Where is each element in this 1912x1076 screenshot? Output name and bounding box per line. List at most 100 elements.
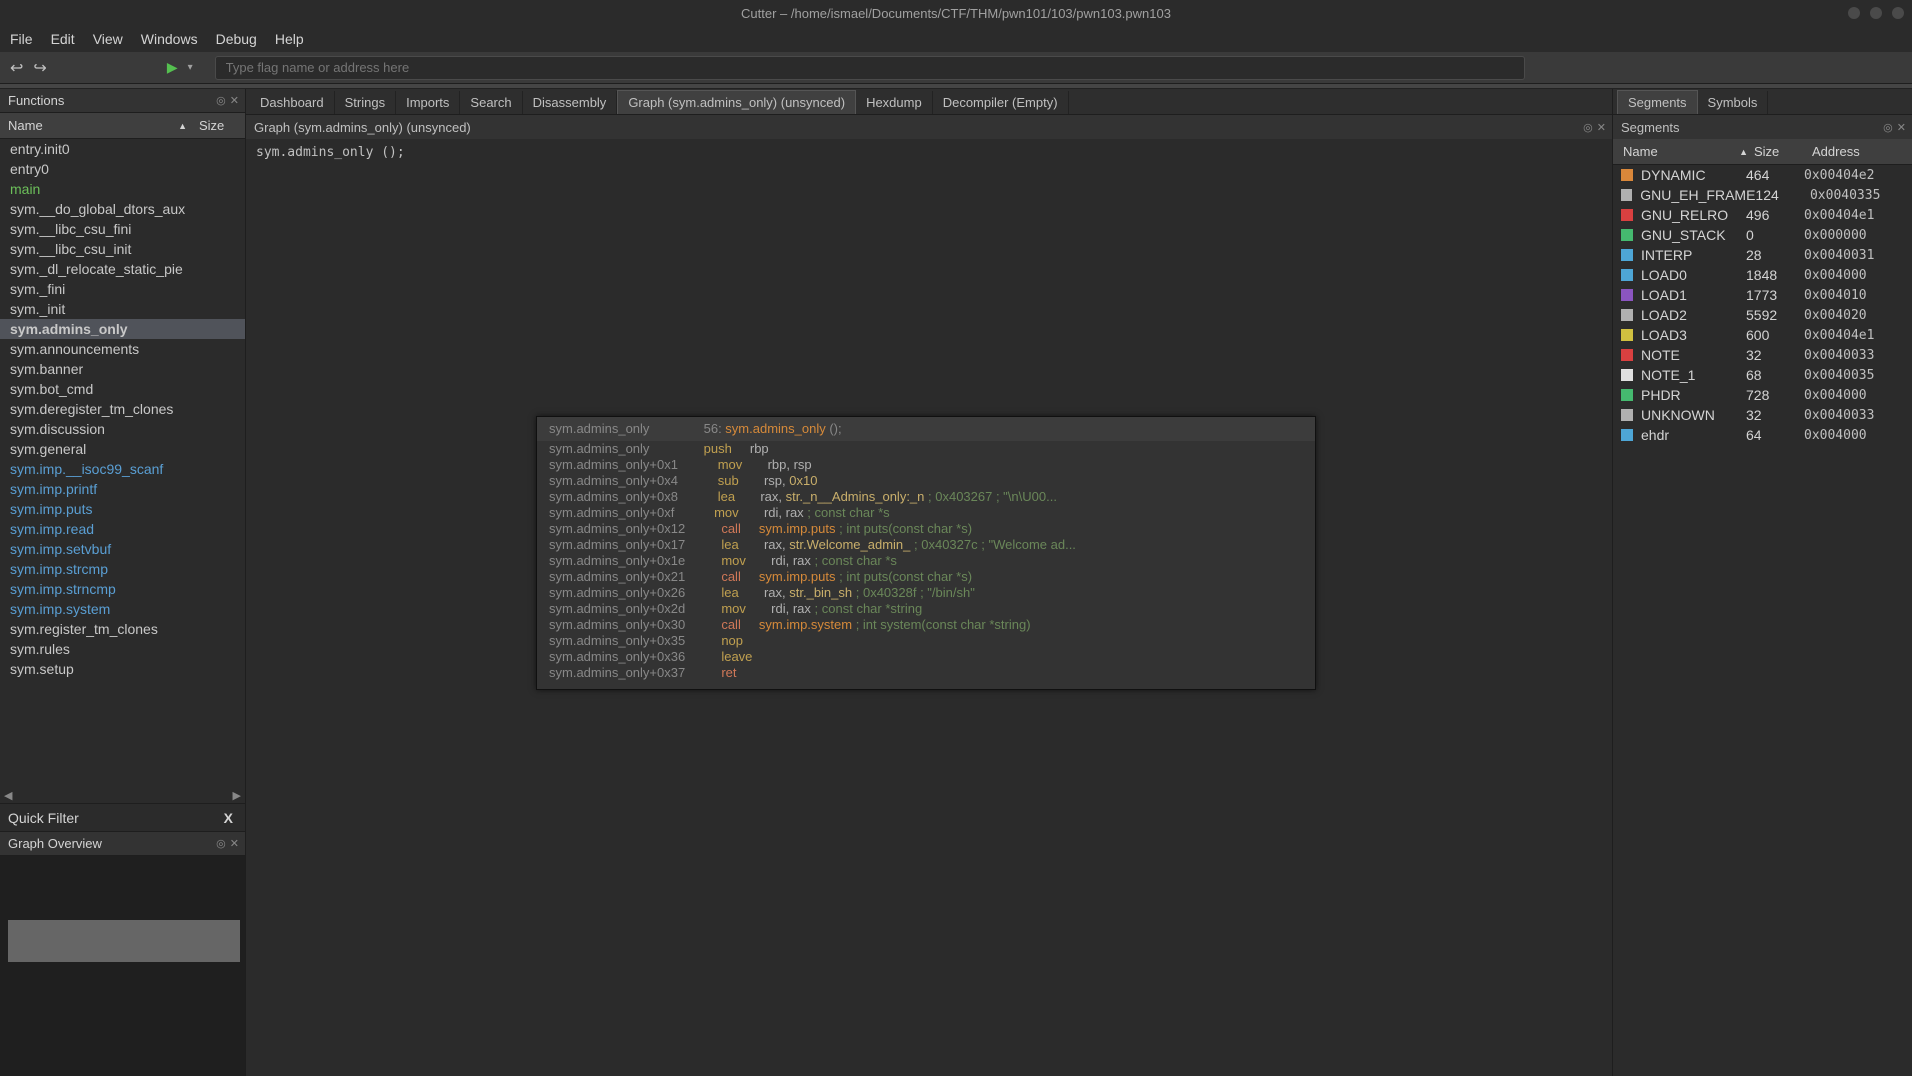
seg-col-name[interactable]: Name [1613,144,1739,159]
segment-item[interactable]: GNU_RELRO4960x00404e1 [1613,205,1912,225]
back-icon[interactable]: ↩ [10,58,23,78]
function-item[interactable]: sym.__do_global_dtors_aux [0,199,245,219]
disasm-line[interactable]: sym.admins_only+0x1 mov rbp, rsp [549,457,1303,473]
segment-item[interactable]: LOAD255920x004020 [1613,305,1912,325]
segment-item[interactable]: UNKNOWN320x0040033 [1613,405,1912,425]
col-size[interactable]: Size [193,118,245,133]
function-item[interactable]: sym.__libc_csu_fini [0,219,245,239]
function-item[interactable]: entry.init0 [0,139,245,159]
disasm-line[interactable]: sym.admins_only+0x35 nop [549,633,1303,649]
menu-windows[interactable]: Windows [141,31,198,47]
seg-col-size[interactable]: Size [1754,144,1812,159]
segment-item[interactable]: INTERP280x0040031 [1613,245,1912,265]
minimize-button[interactable] [1848,7,1860,19]
panel-detach-icon[interactable]: ◎ [216,94,226,107]
menu-help[interactable]: Help [275,31,304,47]
functions-hscroll[interactable]: ◀ ▶ [0,789,245,803]
panel-detach-icon[interactable]: ◎ [1883,121,1893,134]
segment-item[interactable]: PHDR7280x004000 [1613,385,1912,405]
tab[interactable]: Dashboard [250,91,335,114]
menu-edit[interactable]: Edit [51,31,75,47]
close-button[interactable] [1892,7,1904,19]
function-item[interactable]: sym.announcements [0,339,245,359]
function-item[interactable]: sym.imp.system [0,599,245,619]
panel-close-icon[interactable]: ✕ [1597,121,1606,134]
tab[interactable]: Decompiler (Empty) [933,91,1069,114]
search-input[interactable] [226,60,1514,75]
function-item[interactable]: sym.__libc_csu_init [0,239,245,259]
segments-list[interactable]: DYNAMIC4640x00404e2GNU_EH_FRAME1240x0040… [1613,165,1912,1076]
segment-item[interactable]: DYNAMIC4640x00404e2 [1613,165,1912,185]
col-name[interactable]: Name [0,118,178,133]
forward-icon[interactable]: ↪ [33,58,46,78]
function-item[interactable]: sym.general [0,439,245,459]
function-item[interactable]: sym.register_tm_clones [0,619,245,639]
disasm-line[interactable]: sym.admins_only+0x8 lea rax, str._n__Adm… [549,489,1303,505]
function-item[interactable]: sym._init [0,299,245,319]
disasm-line[interactable]: sym.admins_only+0x37 ret [549,665,1303,681]
menu-file[interactable]: File [10,31,33,47]
function-item[interactable]: sym.imp.strncmp [0,579,245,599]
tab[interactable]: Symbols [1698,91,1769,114]
disasm-line[interactable]: sym.admins_only+0x30 call sym.imp.system… [549,617,1303,633]
disasm-line[interactable]: sym.admins_only+0x4 sub rsp, 0x10 [549,473,1303,489]
scroll-right-icon[interactable]: ▶ [233,789,241,803]
function-item[interactable]: sym.imp.read [0,519,245,539]
segment-item[interactable]: ehdr640x004000 [1613,425,1912,445]
menu-view[interactable]: View [93,31,123,47]
segment-item[interactable]: GNU_STACK00x000000 [1613,225,1912,245]
tab[interactable]: Segments [1617,90,1698,114]
tab[interactable]: Strings [335,91,396,114]
segment-item[interactable]: GNU_EH_FRAME1240x0040335 [1613,185,1912,205]
quick-filter[interactable]: Quick Filter X [0,803,245,831]
menu-debug[interactable]: Debug [216,31,257,47]
function-item[interactable]: entry0 [0,159,245,179]
function-item[interactable]: sym.setup [0,659,245,679]
segment-item[interactable]: LOAD117730x004010 [1613,285,1912,305]
function-item[interactable]: main [0,179,245,199]
disasm-line[interactable]: sym.admins_only push rbp [549,441,1303,457]
panel-close-icon[interactable]: ✕ [230,837,239,850]
segment-item[interactable]: NOTE_1680x0040035 [1613,365,1912,385]
disasm-line[interactable]: sym.admins_only+0x1e mov rdi, rax ; cons… [549,553,1303,569]
tab[interactable]: Imports [396,91,460,114]
sort-asc-icon[interactable]: ▲ [178,121,187,131]
panel-close-icon[interactable]: ✕ [1897,121,1906,134]
disasm-line[interactable]: sym.admins_only+0x17 lea rax, str.Welcom… [549,537,1303,553]
play-menu-caret-icon[interactable]: ▾ [188,62,193,73]
panel-close-icon[interactable]: ✕ [230,94,239,107]
disasm-node[interactable]: sym.admins_only 56: sym.admins_only ();s… [536,416,1316,690]
scroll-left-icon[interactable]: ◀ [4,789,12,803]
function-item[interactable]: sym.admins_only [0,319,245,339]
clear-filter-icon[interactable]: X [224,810,233,826]
sort-asc-icon[interactable]: ▲ [1739,147,1748,157]
function-item[interactable]: sym.discussion [0,419,245,439]
graph-canvas[interactable]: sym.admins_only 56: sym.admins_only ();s… [246,166,1612,1076]
function-item[interactable]: sym.imp.__isoc99_scanf [0,459,245,479]
disasm-line[interactable]: sym.admins_only+0x2d mov rdi, rax ; cons… [549,601,1303,617]
tab[interactable]: Disassembly [523,91,618,114]
function-item[interactable]: sym.imp.printf [0,479,245,499]
search-box[interactable] [215,56,1525,80]
disasm-line[interactable]: sym.admins_only+0x36 leave [549,649,1303,665]
tab[interactable]: Graph (sym.admins_only) (unsynced) [617,90,856,114]
disasm-line[interactable]: sym.admins_only+0x26 lea rax, str._bin_s… [549,585,1303,601]
disasm-line[interactable]: sym.admins_only+0x12 call sym.imp.puts ;… [549,521,1303,537]
segment-item[interactable]: LOAD018480x004000 [1613,265,1912,285]
function-item[interactable]: sym.imp.puts [0,499,245,519]
segment-item[interactable]: LOAD36000x00404e1 [1613,325,1912,345]
segment-item[interactable]: NOTE320x0040033 [1613,345,1912,365]
function-item[interactable]: sym.deregister_tm_clones [0,399,245,419]
function-item[interactable]: sym.rules [0,639,245,659]
seg-col-addr[interactable]: Address [1812,144,1912,159]
function-item[interactable]: sym.imp.setvbuf [0,539,245,559]
panel-detach-icon[interactable]: ◎ [216,837,226,850]
function-item[interactable]: sym.imp.strcmp [0,559,245,579]
disasm-line[interactable]: sym.admins_only+0xf mov rdi, rax ; const… [549,505,1303,521]
tab[interactable]: Search [460,91,522,114]
functions-list[interactable]: entry.init0entry0mainsym.__do_global_dto… [0,139,245,789]
function-item[interactable]: sym.banner [0,359,245,379]
function-item[interactable]: sym._fini [0,279,245,299]
function-item[interactable]: sym.bot_cmd [0,379,245,399]
tab[interactable]: Hexdump [856,91,933,114]
